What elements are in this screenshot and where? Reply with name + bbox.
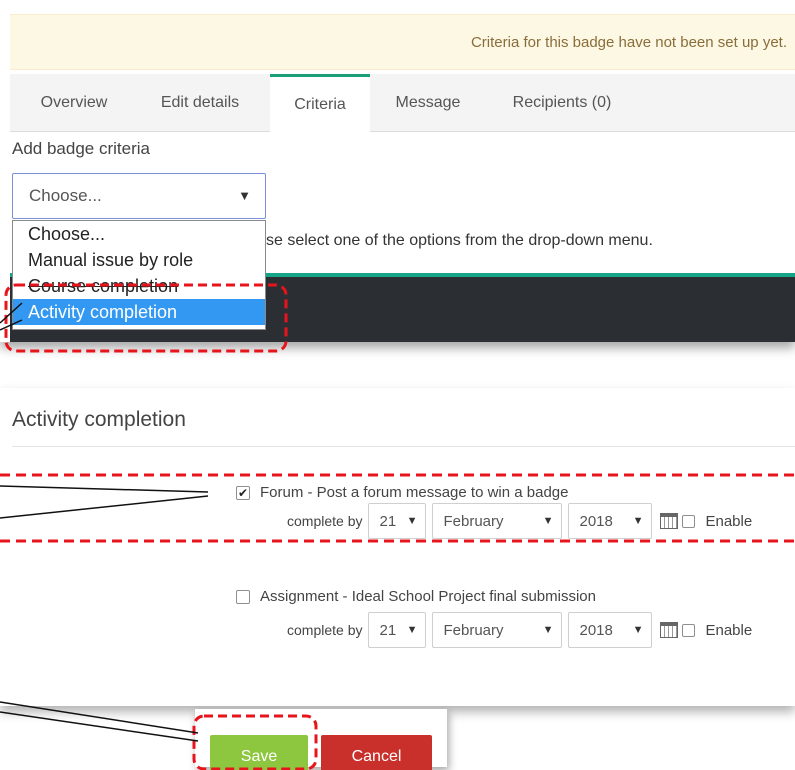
forum-enable-checkbox[interactable]: [682, 514, 696, 528]
enable-label: Enable: [705, 621, 753, 639]
assignment-checkbox[interactable]: [236, 589, 250, 604]
option-activity-completion[interactable]: Activity completion: [13, 299, 265, 325]
dropdown-arrow-icon: ▼: [542, 624, 554, 636]
forum-date-row: complete by 21 ▼ February ▼ 2018 ▼ Enable: [287, 503, 752, 539]
notice-text: Criteria for this badge have not been se…: [470, 33, 787, 51]
activity-item-assignment: Assignment - Ideal School Project final …: [236, 588, 596, 605]
cancel-button[interactable]: Cancel: [321, 735, 432, 770]
enable-label: Enable: [705, 512, 753, 530]
callout-line: [0, 711, 199, 742]
badge-criteria-panel: Criteria for this badge have not been se…: [0, 0, 795, 342]
activity-item-forum: ✔ Forum - Post a forum message to win a …: [236, 484, 568, 501]
dropdown-arrow-icon: ▼: [406, 515, 418, 527]
notice-bar: Criteria for this badge have not been se…: [10, 14, 795, 70]
criteria-help-text: se select one of the options from the dr…: [266, 232, 653, 249]
checkmark-icon: ✔: [237, 485, 249, 500]
assignment-month-select[interactable]: February ▼: [432, 612, 563, 648]
callout-line: [0, 701, 199, 734]
day-value: 21: [379, 512, 397, 530]
assignment-label: Assignment - Ideal School Project final …: [260, 588, 596, 605]
criteria-options-list: Choose... Manual issue by role Course co…: [12, 220, 266, 330]
add-criteria-label: Add badge criteria: [12, 139, 150, 158]
tab-recipients[interactable]: Recipients (0): [492, 74, 632, 132]
criteria-select[interactable]: Choose... ▼: [12, 173, 266, 219]
forum-label: Forum - Post a forum message to win a ba…: [260, 484, 569, 501]
complete-by-label: complete by: [287, 513, 363, 529]
section-title: Activity completion: [12, 408, 186, 431]
tab-edit-details[interactable]: Edit details: [140, 74, 260, 132]
dropdown-arrow-icon: ▼: [238, 188, 251, 203]
forum-day-select[interactable]: 21 ▼: [368, 503, 427, 539]
section-divider-line: [12, 446, 795, 447]
year-value: 2018: [579, 621, 613, 639]
activity-completion-panel: Activity completion ✔ Forum - Post a for…: [0, 388, 795, 706]
dropdown-arrow-icon: ▼: [406, 624, 418, 636]
tab-message[interactable]: Message: [378, 74, 478, 132]
forum-month-select[interactable]: February ▼: [432, 503, 563, 539]
option-choose[interactable]: Choose...: [13, 221, 265, 247]
month-value: February: [443, 512, 504, 530]
dropdown-arrow-icon: ▼: [542, 515, 554, 527]
assignment-day-select[interactable]: 21 ▼: [368, 612, 427, 648]
complete-by-label: complete by: [287, 622, 363, 638]
forum-checkbox[interactable]: ✔: [236, 485, 250, 500]
assignment-year-select[interactable]: 2018 ▼: [568, 612, 653, 648]
calendar-icon[interactable]: [660, 513, 679, 529]
save-button[interactable]: Save: [210, 735, 308, 770]
option-manual-issue[interactable]: Manual issue by role: [13, 247, 265, 273]
assignment-date-row: complete by 21 ▼ February ▼ 2018 ▼ Enable: [287, 612, 752, 648]
assignment-enable-checkbox[interactable]: [682, 623, 696, 637]
month-value: February: [443, 621, 504, 639]
tab-bar: Overview Edit details Criteria Message R…: [10, 74, 795, 133]
day-value: 21: [379, 621, 397, 639]
option-course-completion[interactable]: Course completion: [13, 273, 265, 299]
dropdown-arrow-icon: ▼: [632, 624, 644, 636]
criteria-select-value: Choose...: [29, 186, 102, 205]
dropdown-arrow-icon: ▼: [632, 515, 644, 527]
calendar-icon[interactable]: [660, 622, 679, 638]
year-value: 2018: [579, 512, 613, 530]
forum-year-select[interactable]: 2018 ▼: [568, 503, 653, 539]
tab-overview[interactable]: Overview: [16, 74, 132, 132]
tab-criteria[interactable]: Criteria: [270, 74, 370, 133]
